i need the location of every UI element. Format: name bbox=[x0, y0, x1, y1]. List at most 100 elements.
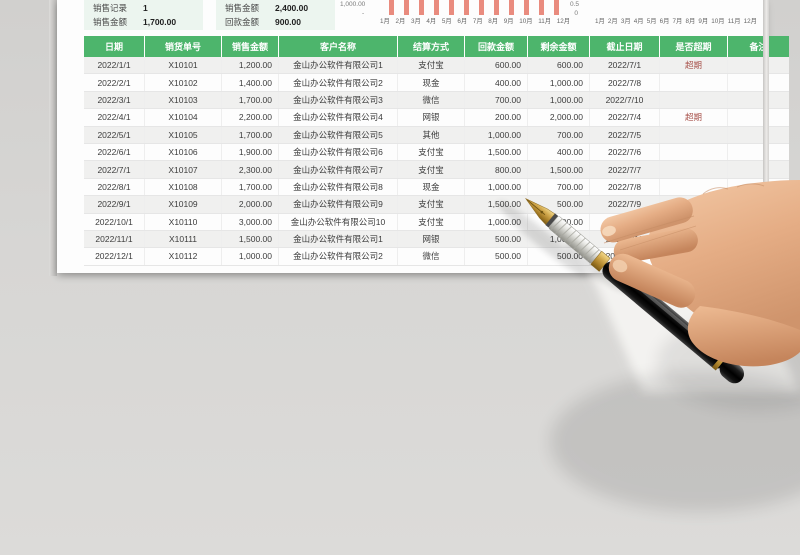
cell[interactable]: 支付宝 bbox=[397, 160, 465, 179]
cell[interactable]: X10107 bbox=[144, 160, 222, 179]
cell[interactable] bbox=[659, 91, 728, 110]
cell[interactable]: 800.00 bbox=[464, 160, 528, 179]
cell[interactable]: 2,000.00 bbox=[527, 108, 590, 127]
cell[interactable]: 2022/7/5 bbox=[589, 126, 660, 144]
cell[interactable]: 2022/7/10 bbox=[589, 91, 660, 110]
cell[interactable]: 1,000.00 bbox=[464, 126, 528, 144]
cell[interactable]: X10110 bbox=[144, 213, 222, 231]
cell[interactable]: 2022/2/1 bbox=[84, 73, 145, 92]
cell[interactable]: X10102 bbox=[144, 73, 222, 92]
cell[interactable]: 金山办公软件有限公司1 bbox=[278, 57, 398, 75]
cell[interactable]: 2022/7/9 bbox=[589, 195, 660, 214]
cell[interactable]: 2022/7/6 bbox=[589, 143, 660, 162]
column-header[interactable]: 截止日期 bbox=[589, 36, 660, 57]
cell[interactable]: 支付宝 bbox=[397, 195, 465, 214]
cell[interactable]: 2022/1/1 bbox=[84, 57, 145, 75]
cell[interactable]: 1,900.00 bbox=[221, 143, 279, 162]
cell[interactable]: 500.00 bbox=[527, 195, 590, 214]
cell[interactable]: 2,000.00 bbox=[221, 195, 279, 214]
cell[interactable]: 700.00 bbox=[527, 178, 590, 197]
column-header[interactable]: 客户名称 bbox=[278, 36, 398, 57]
cell[interactable]: 700.00 bbox=[527, 126, 590, 144]
cell[interactable]: X10101 bbox=[144, 57, 222, 75]
cell[interactable]: 400.00 bbox=[527, 143, 590, 162]
cell[interactable]: 700.00 bbox=[464, 91, 528, 110]
column-header[interactable]: 销售金额 bbox=[221, 36, 279, 57]
cell[interactable]: 2022/9/1 bbox=[84, 195, 145, 214]
cell[interactable]: 现金 bbox=[397, 178, 465, 197]
cell[interactable]: 400.00 bbox=[464, 73, 528, 92]
cell[interactable] bbox=[659, 73, 728, 92]
cell[interactable] bbox=[727, 213, 789, 231]
cell[interactable]: 1,700.00 bbox=[221, 91, 279, 110]
cell[interactable]: 1,200.00 bbox=[221, 57, 279, 75]
cell[interactable]: 1,400.00 bbox=[221, 73, 279, 92]
cell[interactable] bbox=[659, 160, 728, 179]
cell[interactable]: 网银 bbox=[397, 108, 465, 127]
cell[interactable]: 金山办公软件有限公司10 bbox=[278, 213, 398, 231]
cell[interactable]: 500.00 bbox=[527, 247, 590, 266]
cell[interactable]: 微信 bbox=[397, 247, 465, 266]
cell[interactable]: 1,000.00 bbox=[221, 247, 279, 266]
cell[interactable] bbox=[659, 195, 728, 214]
cell[interactable]: 2022/7/11 bbox=[589, 230, 660, 249]
cell[interactable] bbox=[727, 247, 789, 266]
cell[interactable]: 2,300.00 bbox=[221, 160, 279, 179]
cell[interactable]: 2022/7/12 bbox=[589, 247, 660, 266]
cell[interactable]: 金山办公软件有限公司9 bbox=[278, 195, 398, 214]
column-header[interactable]: 剩余金额 bbox=[527, 36, 590, 57]
cell[interactable] bbox=[727, 230, 789, 249]
cell[interactable]: 500.00 bbox=[464, 247, 528, 266]
cell[interactable]: X10105 bbox=[144, 126, 222, 144]
cell[interactable]: 1,000.00 bbox=[527, 73, 590, 92]
cell[interactable]: 现金 bbox=[397, 73, 465, 92]
cell[interactable] bbox=[659, 143, 728, 162]
cell[interactable]: 2022/7/10 bbox=[589, 213, 660, 231]
cell[interactable]: 2022/7/1 bbox=[589, 57, 660, 75]
cell[interactable] bbox=[727, 73, 789, 92]
column-header[interactable]: 回款金额 bbox=[464, 36, 528, 57]
cell[interactable]: 网银 bbox=[397, 230, 465, 249]
cell[interactable]: 2022/7/8 bbox=[589, 178, 660, 197]
cell[interactable]: 1,500.00 bbox=[464, 143, 528, 162]
cell[interactable]: 1,000.00 bbox=[464, 178, 528, 197]
cell[interactable]: 1,000.00 bbox=[527, 91, 590, 110]
column-header[interactable]: 日期 bbox=[84, 36, 145, 57]
cell[interactable] bbox=[727, 143, 789, 162]
cell[interactable]: 2022/12/1 bbox=[84, 247, 145, 266]
cell[interactable]: 金山办公软件有限公司5 bbox=[278, 126, 398, 144]
cell[interactable]: 其他 bbox=[397, 126, 465, 144]
cell[interactable]: 2022/10/1 bbox=[84, 213, 145, 231]
cell[interactable]: 金山办公软件有限公司1 bbox=[278, 230, 398, 249]
cell[interactable]: 2,200.00 bbox=[221, 108, 279, 127]
cell[interactable]: 2,000.00 bbox=[527, 213, 590, 231]
cell[interactable]: 2022/6/1 bbox=[84, 143, 145, 162]
cell[interactable]: 1,500.00 bbox=[464, 195, 528, 214]
cell[interactable]: X10108 bbox=[144, 178, 222, 197]
cell[interactable]: 金山办公软件有限公司6 bbox=[278, 143, 398, 162]
cell[interactable]: X10111 bbox=[144, 230, 222, 249]
cell[interactable]: X10109 bbox=[144, 195, 222, 214]
cell[interactable] bbox=[727, 57, 789, 75]
cell[interactable] bbox=[727, 126, 789, 144]
cell[interactable]: 1,500.00 bbox=[221, 230, 279, 249]
cell[interactable]: 支付宝 bbox=[397, 213, 465, 231]
cell[interactable]: 金山办公软件有限公司7 bbox=[278, 160, 398, 179]
cell[interactable]: 2022/4/1 bbox=[84, 108, 145, 127]
column-header[interactable]: 销货单号 bbox=[144, 36, 222, 57]
cell[interactable]: 1,700.00 bbox=[221, 126, 279, 144]
cell[interactable] bbox=[659, 230, 728, 249]
cell[interactable]: 600.00 bbox=[464, 57, 528, 75]
cell[interactable]: 支付宝 bbox=[397, 57, 465, 75]
cell[interactable]: 2022/7/8 bbox=[589, 73, 660, 92]
cell[interactable] bbox=[659, 247, 728, 266]
cell[interactable]: X10104 bbox=[144, 108, 222, 127]
cell[interactable]: 2022/3/1 bbox=[84, 91, 145, 110]
cell[interactable] bbox=[659, 213, 728, 231]
cell[interactable] bbox=[659, 178, 728, 197]
column-header[interactable]: 是否超期 bbox=[659, 36, 728, 57]
column-header[interactable]: 结算方式 bbox=[397, 36, 465, 57]
cell[interactable]: 2022/7/4 bbox=[589, 108, 660, 127]
cell[interactable]: 2022/7/7 bbox=[589, 160, 660, 179]
cell[interactable] bbox=[727, 178, 789, 197]
